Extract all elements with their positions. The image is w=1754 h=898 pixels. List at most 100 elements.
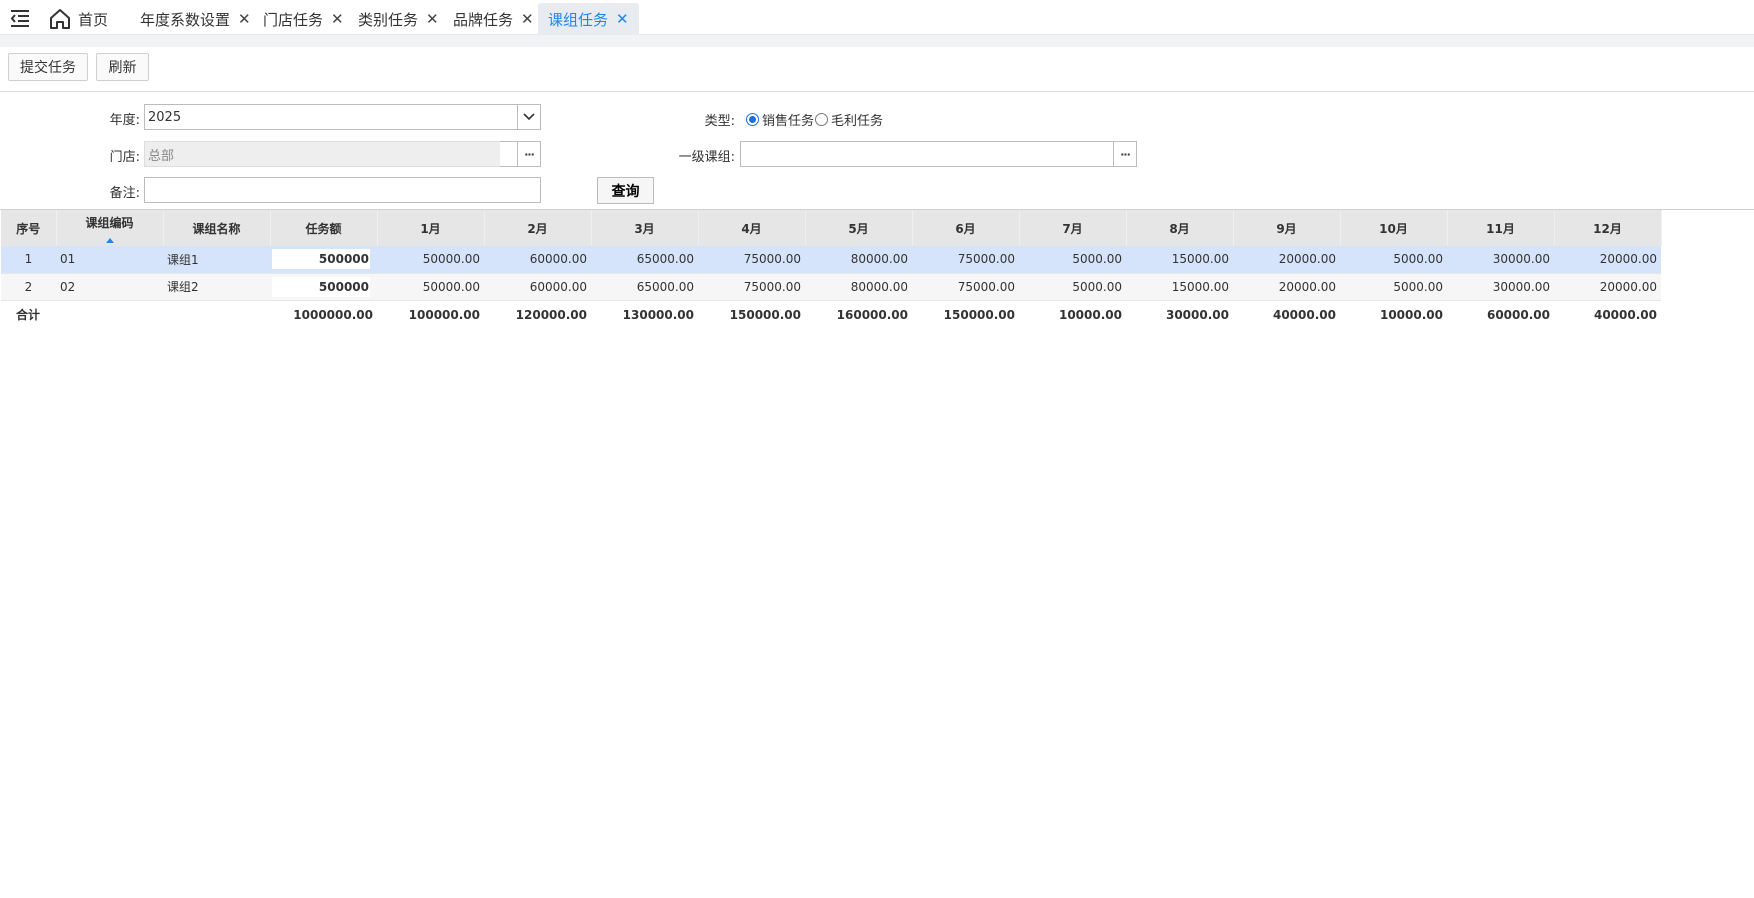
total-month: 130000.00 xyxy=(591,300,698,329)
total-month: 10000.00 xyxy=(1019,300,1126,329)
cell-month: 80000.00 xyxy=(805,246,912,274)
col-header-month-11[interactable]: 11月 xyxy=(1447,210,1555,246)
total-month: 150000.00 xyxy=(912,300,1019,329)
col-header-name[interactable]: 课组名称 xyxy=(163,210,271,246)
toolbar: 提交任务 刷新 xyxy=(0,47,1754,92)
radio-checked-icon xyxy=(746,113,759,126)
close-icon[interactable]: ✕ xyxy=(426,10,439,28)
group-label: 一级课组: xyxy=(678,150,735,165)
ellipsis-icon: ··· xyxy=(524,147,535,161)
type-label: 类型: xyxy=(704,114,735,129)
group-lookup-button[interactable]: ··· xyxy=(1113,141,1137,167)
type-radio-sales[interactable]: 销售任务 xyxy=(746,110,814,129)
table-row[interactable]: 1 01 课组1 500000 50000.00 60000.00 65000.… xyxy=(1,246,1661,274)
close-icon[interactable]: ✕ xyxy=(331,10,344,28)
total-row: 合计 1000000.00 100000.00 120000.00 130000… xyxy=(1,300,1661,329)
table-row[interactable]: 2 02 课组2 500000 50000.00 60000.00 65000.… xyxy=(1,273,1661,301)
col-header-month-8[interactable]: 8月 xyxy=(1126,210,1234,246)
col-header-month-2[interactable]: 2月 xyxy=(484,210,592,246)
refresh-button[interactable]: 刷新 xyxy=(96,53,149,81)
close-icon[interactable]: ✕ xyxy=(521,10,534,28)
type-option-label: 销售任务 xyxy=(762,114,815,129)
store-lookup-button[interactable]: ··· xyxy=(517,141,541,167)
remark-label: 备注: xyxy=(109,186,140,201)
cell-month: 60000.00 xyxy=(484,273,591,301)
amount-input[interactable]: 500000 xyxy=(272,276,370,297)
home-icon xyxy=(50,9,70,29)
radio-unchecked-icon xyxy=(815,113,828,126)
cell-month: 20000.00 xyxy=(1233,273,1340,301)
col-header-month-7[interactable]: 7月 xyxy=(1019,210,1127,246)
tab-brand-task[interactable]: 品牌任务 ✕ xyxy=(443,3,544,35)
total-month: 10000.00 xyxy=(1340,300,1447,329)
cell-seq: 1 xyxy=(1,246,56,274)
cell-month: 50000.00 xyxy=(377,246,484,274)
total-month: 100000.00 xyxy=(377,300,484,329)
close-icon[interactable]: ✕ xyxy=(238,10,251,28)
cell-month: 75000.00 xyxy=(912,273,1019,301)
cell-month: 20000.00 xyxy=(1554,273,1661,301)
tab-label: 课组任务 xyxy=(548,10,609,29)
total-month: 30000.00 xyxy=(1126,300,1233,329)
col-header-month-5[interactable]: 5月 xyxy=(805,210,913,246)
grid-header-row: 序号 课组编码 课组名称 任务额 1月 2月 3月 4月 5月 6月 7月 8月… xyxy=(1,210,1662,246)
year-value: 2025 xyxy=(148,109,182,125)
total-month: 40000.00 xyxy=(1554,300,1661,329)
sort-ascending-icon xyxy=(105,238,114,243)
query-button[interactable]: 查询 xyxy=(597,177,654,204)
col-header-seq[interactable]: 序号 xyxy=(1,210,57,246)
tab-home[interactable]: 首页 xyxy=(48,5,108,33)
total-amount: 1000000.00 xyxy=(270,300,377,329)
remark-input[interactable] xyxy=(144,177,541,203)
tab-store-task[interactable]: 门店任务 ✕ xyxy=(253,3,354,35)
cell-month: 75000.00 xyxy=(912,246,1019,274)
menu-toggle-icon[interactable] xyxy=(8,7,32,29)
ellipsis-icon: ··· xyxy=(1120,147,1131,161)
cell-name: 课组2 xyxy=(163,273,270,301)
tab-category-task[interactable]: 类别任务 ✕ xyxy=(348,3,449,35)
tab-annual-coefficient[interactable]: 年度系数设置 ✕ xyxy=(130,3,261,35)
store-field: 总部 xyxy=(144,141,501,167)
cell-month: 20000.00 xyxy=(1554,246,1661,274)
cell-month: 5000.00 xyxy=(1019,273,1126,301)
cell-month: 30000.00 xyxy=(1447,246,1554,274)
col-header-month-3[interactable]: 3月 xyxy=(591,210,699,246)
tab-home-label: 首页 xyxy=(78,10,109,29)
amount-input[interactable]: 500000 xyxy=(272,249,370,270)
cell-month: 80000.00 xyxy=(805,273,912,301)
tab-group-task[interactable]: 课组任务 ✕ xyxy=(538,3,639,35)
year-label: 年度: xyxy=(109,113,140,128)
col-header-month-4[interactable]: 4月 xyxy=(698,210,806,246)
col-header-month-6[interactable]: 6月 xyxy=(912,210,1020,246)
store-label: 门店: xyxy=(109,150,140,165)
cell-month: 30000.00 xyxy=(1447,273,1554,301)
col-header-code[interactable]: 课组编码 xyxy=(56,210,164,246)
col-header-month-9[interactable]: 9月 xyxy=(1233,210,1341,246)
close-icon[interactable]: ✕ xyxy=(616,10,629,28)
cell-amount: 500000 xyxy=(270,273,377,301)
group-input[interactable] xyxy=(740,141,1114,167)
year-select[interactable]: 2025 xyxy=(144,104,518,130)
col-header-month-1[interactable]: 1月 xyxy=(377,210,485,246)
col-header-code-label: 课组编码 xyxy=(85,215,134,230)
col-header-amount[interactable]: 任务额 xyxy=(270,210,378,246)
type-radio-gross-profit[interactable]: 毛利任务 xyxy=(815,110,883,129)
cell-month: 20000.00 xyxy=(1233,246,1340,274)
cell-month: 5000.00 xyxy=(1019,246,1126,274)
cell-name: 课组1 xyxy=(163,246,270,274)
tab-label: 类别任务 xyxy=(358,10,419,29)
cell-month: 15000.00 xyxy=(1126,246,1233,274)
cell-code: 01 xyxy=(56,246,163,274)
total-month: 60000.00 xyxy=(1447,300,1554,329)
cell-month: 5000.00 xyxy=(1340,246,1447,274)
year-dropdown-button[interactable] xyxy=(517,104,541,130)
cell-amount: 500000 xyxy=(270,246,377,274)
col-header-month-10[interactable]: 10月 xyxy=(1340,210,1448,246)
cell-month: 75000.00 xyxy=(698,246,805,274)
submit-task-button[interactable]: 提交任务 xyxy=(8,53,88,81)
col-header-month-12[interactable]: 12月 xyxy=(1554,210,1662,246)
cell-month: 75000.00 xyxy=(698,273,805,301)
tab-bar: 首页 年度系数设置 ✕ 门店任务 ✕ 类别任务 ✕ 品牌任务 ✕ 课组任务 ✕ xyxy=(0,0,1754,47)
cell-code: 02 xyxy=(56,273,163,301)
cell-month: 65000.00 xyxy=(591,246,698,274)
